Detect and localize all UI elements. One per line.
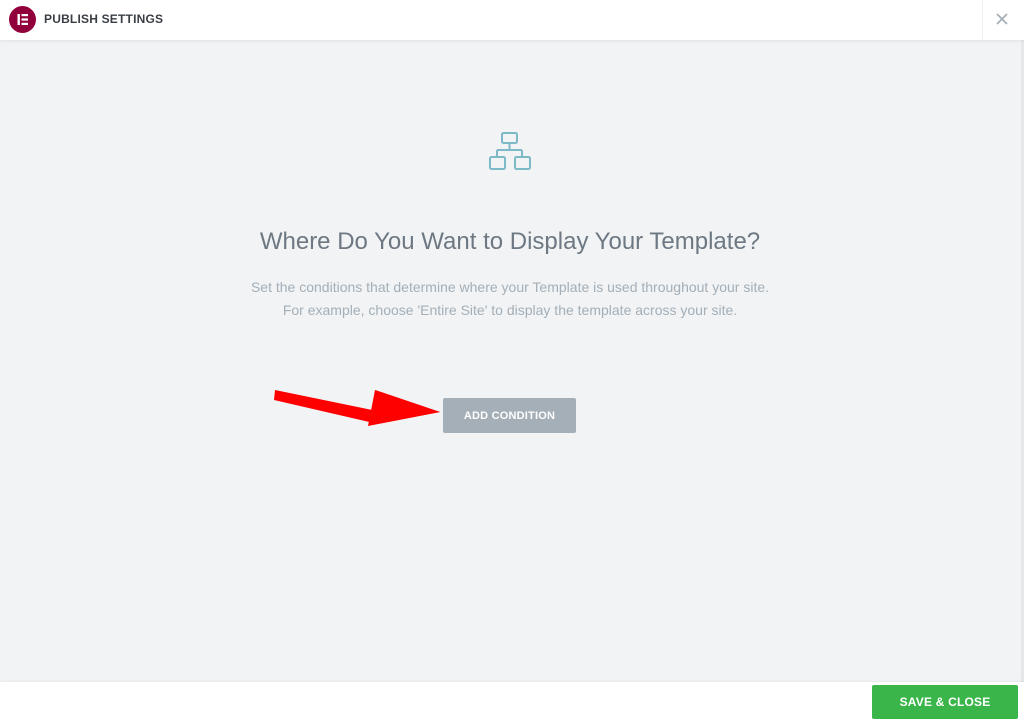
close-button[interactable] [988,6,1016,34]
description-line-2: For example, choose 'Entire Site' to dis… [282,302,738,318]
elementor-logo-icon [9,6,36,33]
dialog-header: PUBLISH SETTINGS [0,0,1024,40]
page-heading: Where Do You Want to Display Your Templa… [259,228,761,255]
sitemap-hierarchy-icon [487,132,533,172]
red-arrow-icon [274,390,440,426]
dialog-title: PUBLISH SETTINGS [44,12,164,26]
save-and-close-button[interactable]: SAVE & CLOSE [872,685,1018,719]
close-icon [996,13,1008,25]
add-condition-button[interactable]: ADD CONDITION [443,398,576,433]
dialog-body: Where Do You Want to Display Your Templa… [0,40,1024,682]
description: Set the conditions that determine where … [0,276,1020,322]
description-line-1: Set the conditions that determine where … [250,279,770,295]
header-divider [982,0,983,40]
dialog-footer: SAVE & CLOSE [0,682,1024,722]
